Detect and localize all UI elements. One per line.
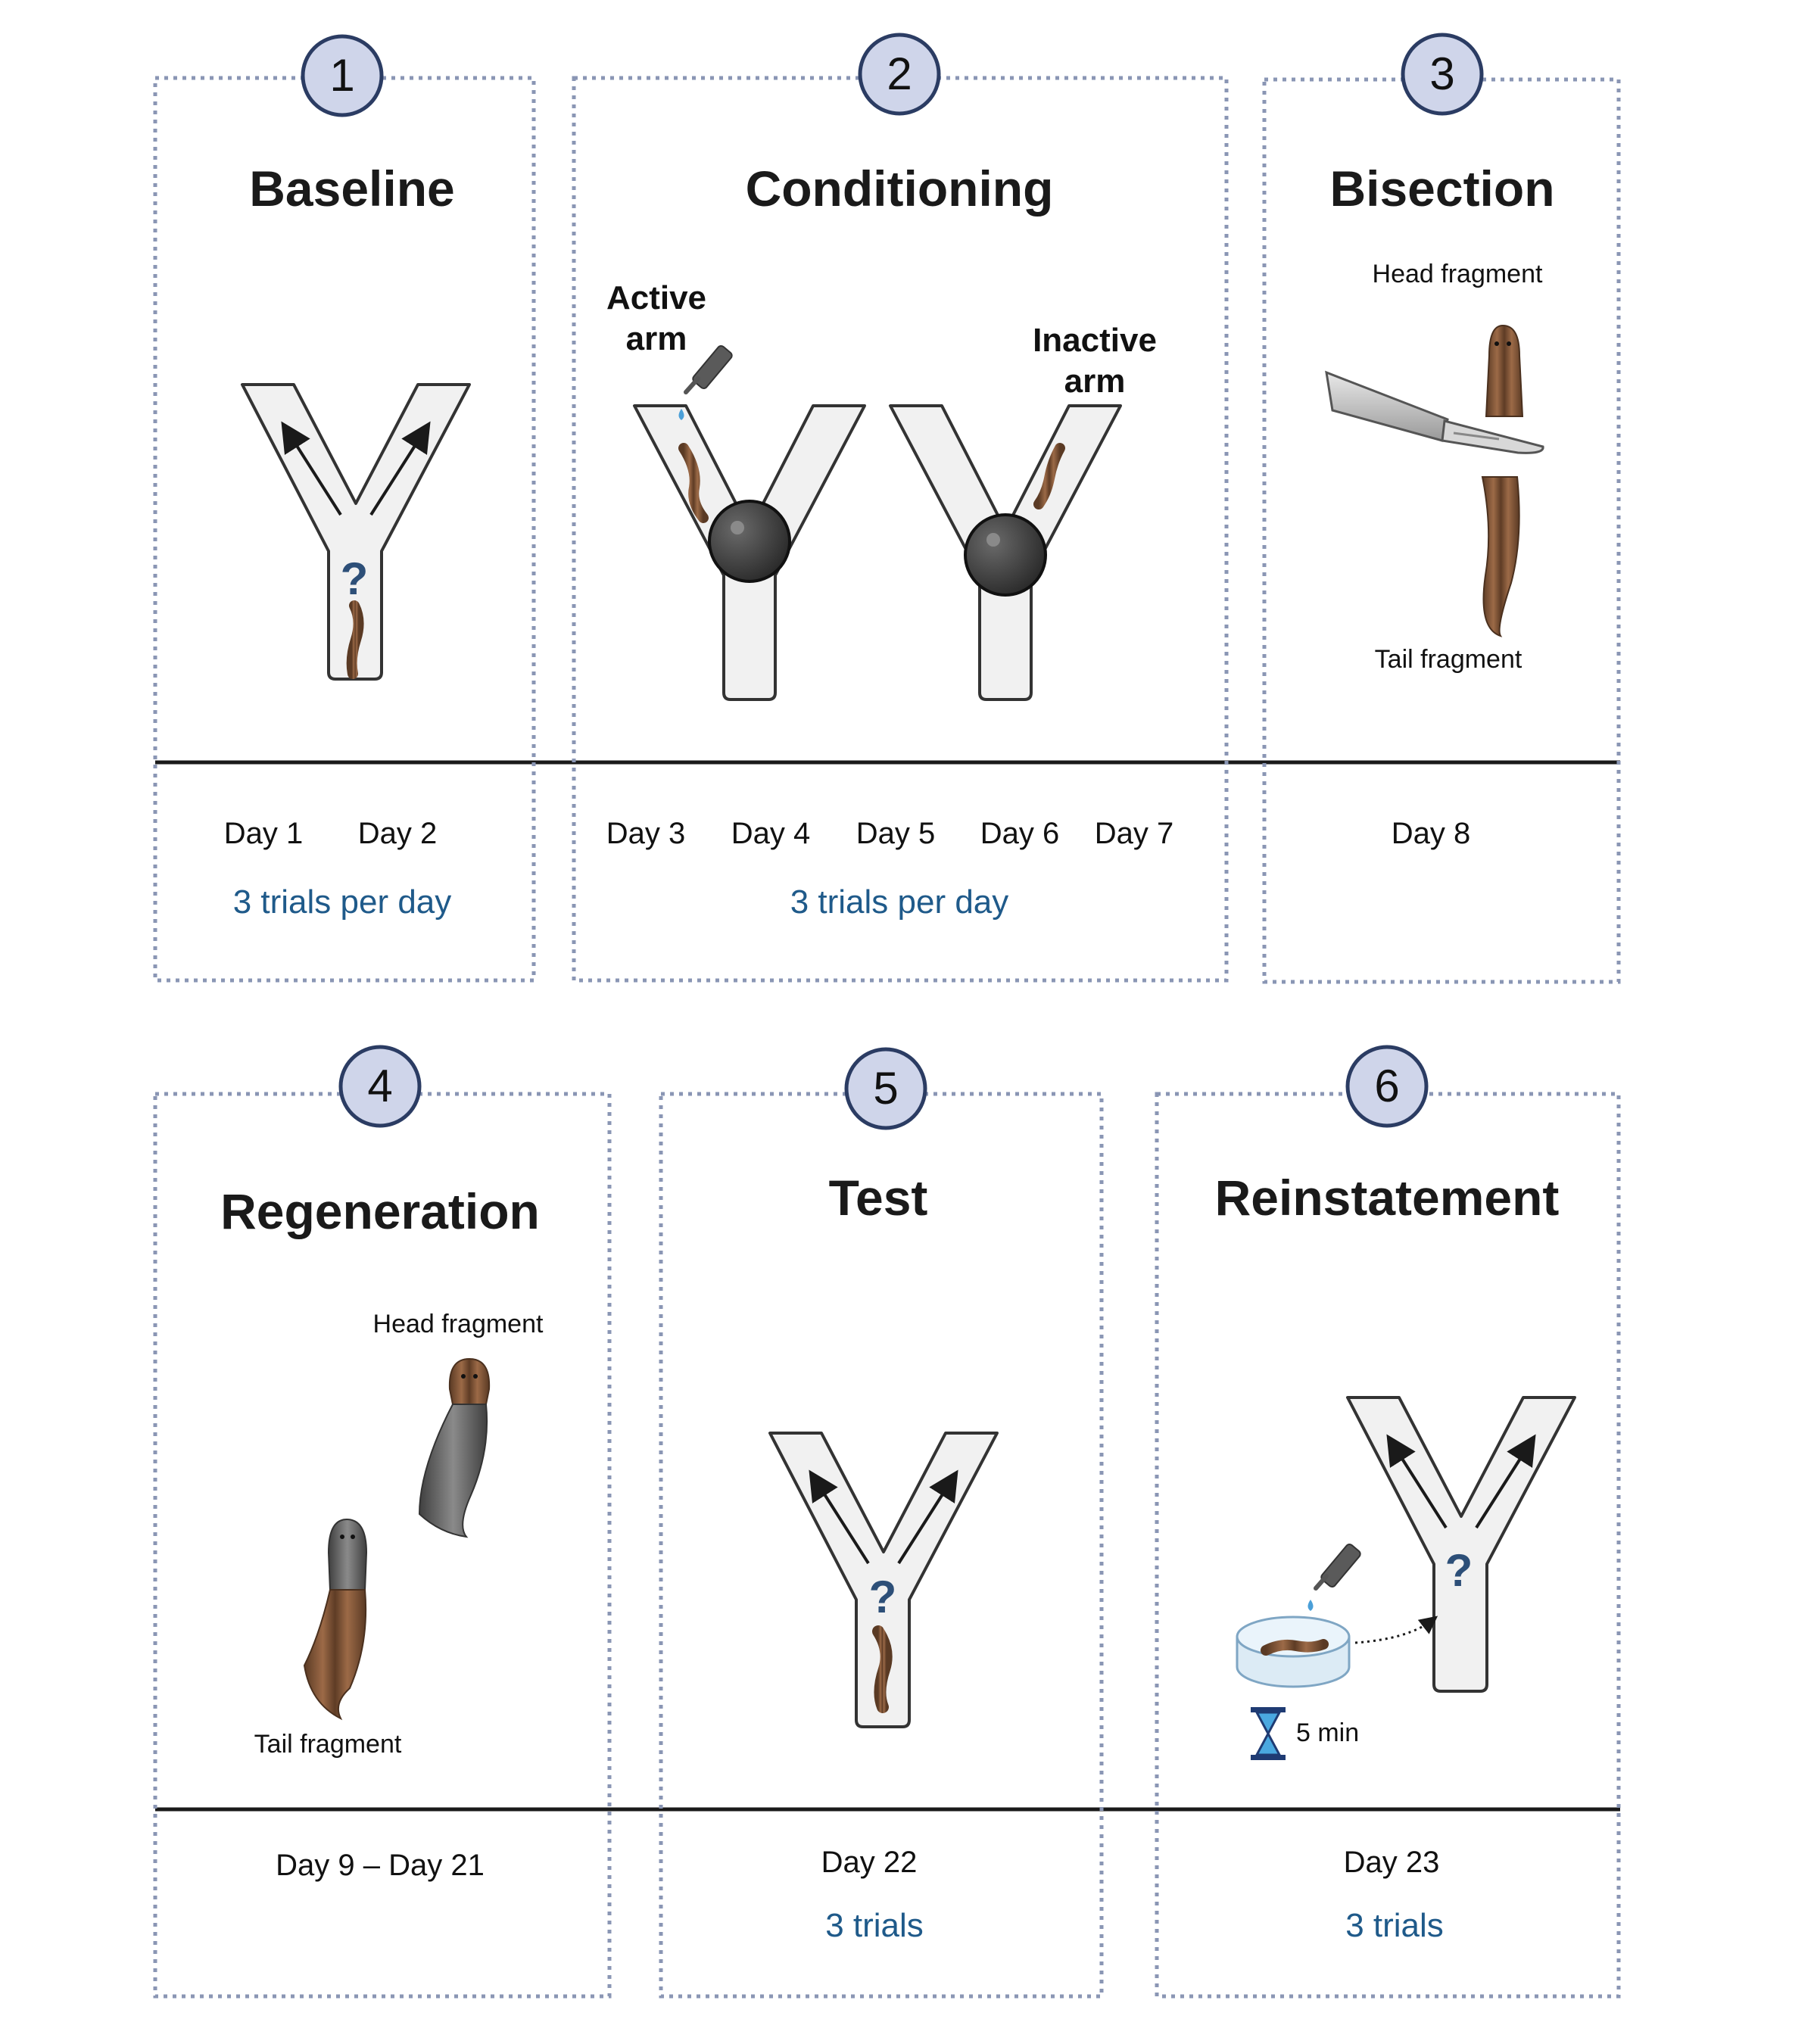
step-badge: 1 bbox=[301, 34, 384, 117]
day-label: Day 9 – Day 21 bbox=[276, 1849, 485, 1882]
planarian-icon bbox=[303, 1518, 368, 1721]
y-maze-icon: ? bbox=[1346, 1396, 1576, 1693]
planarian-icon bbox=[418, 1357, 491, 1538]
day-label: Day 7 bbox=[1095, 817, 1174, 850]
panel-bisection: 3 Bisection Head fragment Tail fragment … bbox=[1262, 33, 1621, 984]
step-title: Bisection bbox=[1329, 160, 1554, 217]
step-number: 1 bbox=[329, 50, 354, 101]
step-badge: 2 bbox=[858, 33, 941, 116]
step-number: 4 bbox=[367, 1061, 392, 1111]
step-number: 5 bbox=[873, 1063, 898, 1114]
protocol-diagram: 1 Baseline ? Day 1 Day 2 3 trials per da… bbox=[153, 33, 1621, 1999]
tail-fragment-label: Tail fragment bbox=[254, 1730, 402, 1759]
panel-baseline: 1 Baseline ? Day 1 Day 2 3 trials per da… bbox=[153, 34, 536, 983]
step-number: 3 bbox=[1429, 48, 1454, 99]
panel-conditioning: 2 Conditioning Active arm Inactive arm D… bbox=[572, 33, 1229, 983]
question-mark: ? bbox=[341, 553, 369, 604]
step-title: Conditioning bbox=[746, 160, 1054, 217]
y-maze-icon bbox=[889, 404, 1122, 701]
head-fragment-label: Head fragment bbox=[1373, 260, 1543, 288]
active-arm-label: arm bbox=[626, 320, 687, 357]
trials-label: 3 trials per day bbox=[233, 883, 452, 921]
inactive-arm-label: Inactive bbox=[1033, 322, 1157, 359]
ball-icon bbox=[964, 513, 1047, 597]
step-badge: 5 bbox=[844, 1047, 927, 1130]
day-label: Day 1 bbox=[224, 817, 304, 850]
question-mark: ? bbox=[869, 1572, 897, 1622]
day-label: Day 4 bbox=[731, 817, 811, 850]
dropper-icon bbox=[1307, 1543, 1361, 1611]
day-label: Day 22 bbox=[821, 1846, 918, 1879]
active-arm-label: Active bbox=[606, 279, 706, 316]
tail-fragment-label: Tail fragment bbox=[1375, 645, 1522, 674]
panel-test: 5 Test ? Day 22 3 trials bbox=[659, 1047, 1104, 1999]
step-number: 2 bbox=[887, 48, 912, 99]
panel-regeneration: 4 Regeneration Head fragment Tail fragme… bbox=[153, 1045, 612, 1999]
y-maze-icon bbox=[633, 404, 866, 701]
step-number: 6 bbox=[1374, 1061, 1399, 1111]
transfer-arrow bbox=[1354, 1616, 1438, 1644]
day-label: Day 2 bbox=[358, 817, 438, 850]
trials-label: 3 trials bbox=[1345, 1907, 1444, 1944]
step-title: Baseline bbox=[249, 160, 454, 217]
panel-reinstatement: 6 Reinstatement ? 5 min Day 23 3 trials bbox=[1155, 1045, 1621, 1999]
planarian-icon bbox=[1481, 476, 1520, 637]
question-mark: ? bbox=[1445, 1545, 1473, 1596]
head-fragment-label: Head fragment bbox=[373, 1310, 544, 1338]
step-title: Test bbox=[829, 1170, 928, 1226]
planarian-icon bbox=[872, 1625, 893, 1713]
step-title: Reinstatement bbox=[1215, 1170, 1560, 1226]
day-label: Day 5 bbox=[856, 817, 936, 850]
trials-label: 3 trials bbox=[825, 1907, 924, 1944]
step-badge: 3 bbox=[1401, 33, 1484, 116]
ball-icon bbox=[708, 500, 791, 583]
trials-label: 3 trials per day bbox=[790, 883, 1009, 921]
planarian-icon bbox=[1261, 1639, 1329, 1656]
step-badge: 4 bbox=[338, 1045, 422, 1128]
timer-label: 5 min bbox=[1296, 1718, 1359, 1747]
petri-dish-icon bbox=[1236, 1616, 1351, 1688]
planarian-icon bbox=[1485, 324, 1524, 417]
day-label: Day 23 bbox=[1344, 1846, 1440, 1879]
step-badge: 6 bbox=[1345, 1045, 1429, 1128]
step-title: Regeneration bbox=[220, 1183, 540, 1239]
day-label: Day 3 bbox=[606, 817, 686, 850]
day-label: Day 6 bbox=[980, 817, 1060, 850]
inactive-arm-label: arm bbox=[1064, 363, 1126, 400]
hourglass-icon bbox=[1251, 1707, 1286, 1760]
day-label: Day 8 bbox=[1392, 817, 1471, 850]
